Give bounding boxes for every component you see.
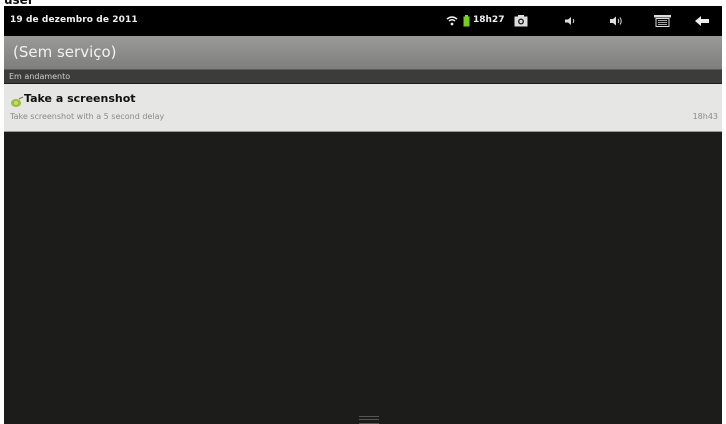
notification-header: (Sem serviço) xyxy=(4,36,722,71)
carrier-status: (Sem serviço) xyxy=(13,43,117,61)
volume-up-icon[interactable] xyxy=(608,6,626,36)
menu-icon[interactable] xyxy=(652,6,672,36)
notification-subtitle: Take screenshot with a 5 second delay xyxy=(10,112,165,121)
screenshot-icon[interactable] xyxy=(512,6,530,36)
notification-time: 18h43 xyxy=(692,112,718,121)
notification-item[interactable]: Take a screenshot Take screenshot with a… xyxy=(4,84,722,132)
notification-panel: 19 de dezembro de 2011 18h27 (Sem serviç… xyxy=(4,6,722,424)
section-label: Em andamento xyxy=(9,72,71,81)
volume-down-icon[interactable] xyxy=(562,6,580,36)
status-time: 18h27 xyxy=(473,15,505,25)
back-icon[interactable] xyxy=(693,6,711,36)
status-bar[interactable]: 19 de dezembro de 2011 18h27 xyxy=(4,6,722,36)
section-ongoing: Em andamento xyxy=(4,70,722,83)
status-date: 19 de dezembro de 2011 xyxy=(10,15,138,25)
app-icon xyxy=(10,93,24,107)
notification-title: Take a screenshot xyxy=(24,92,136,105)
wifi-icon xyxy=(445,6,459,36)
battery-icon xyxy=(461,6,471,36)
drag-handle[interactable] xyxy=(359,416,379,424)
